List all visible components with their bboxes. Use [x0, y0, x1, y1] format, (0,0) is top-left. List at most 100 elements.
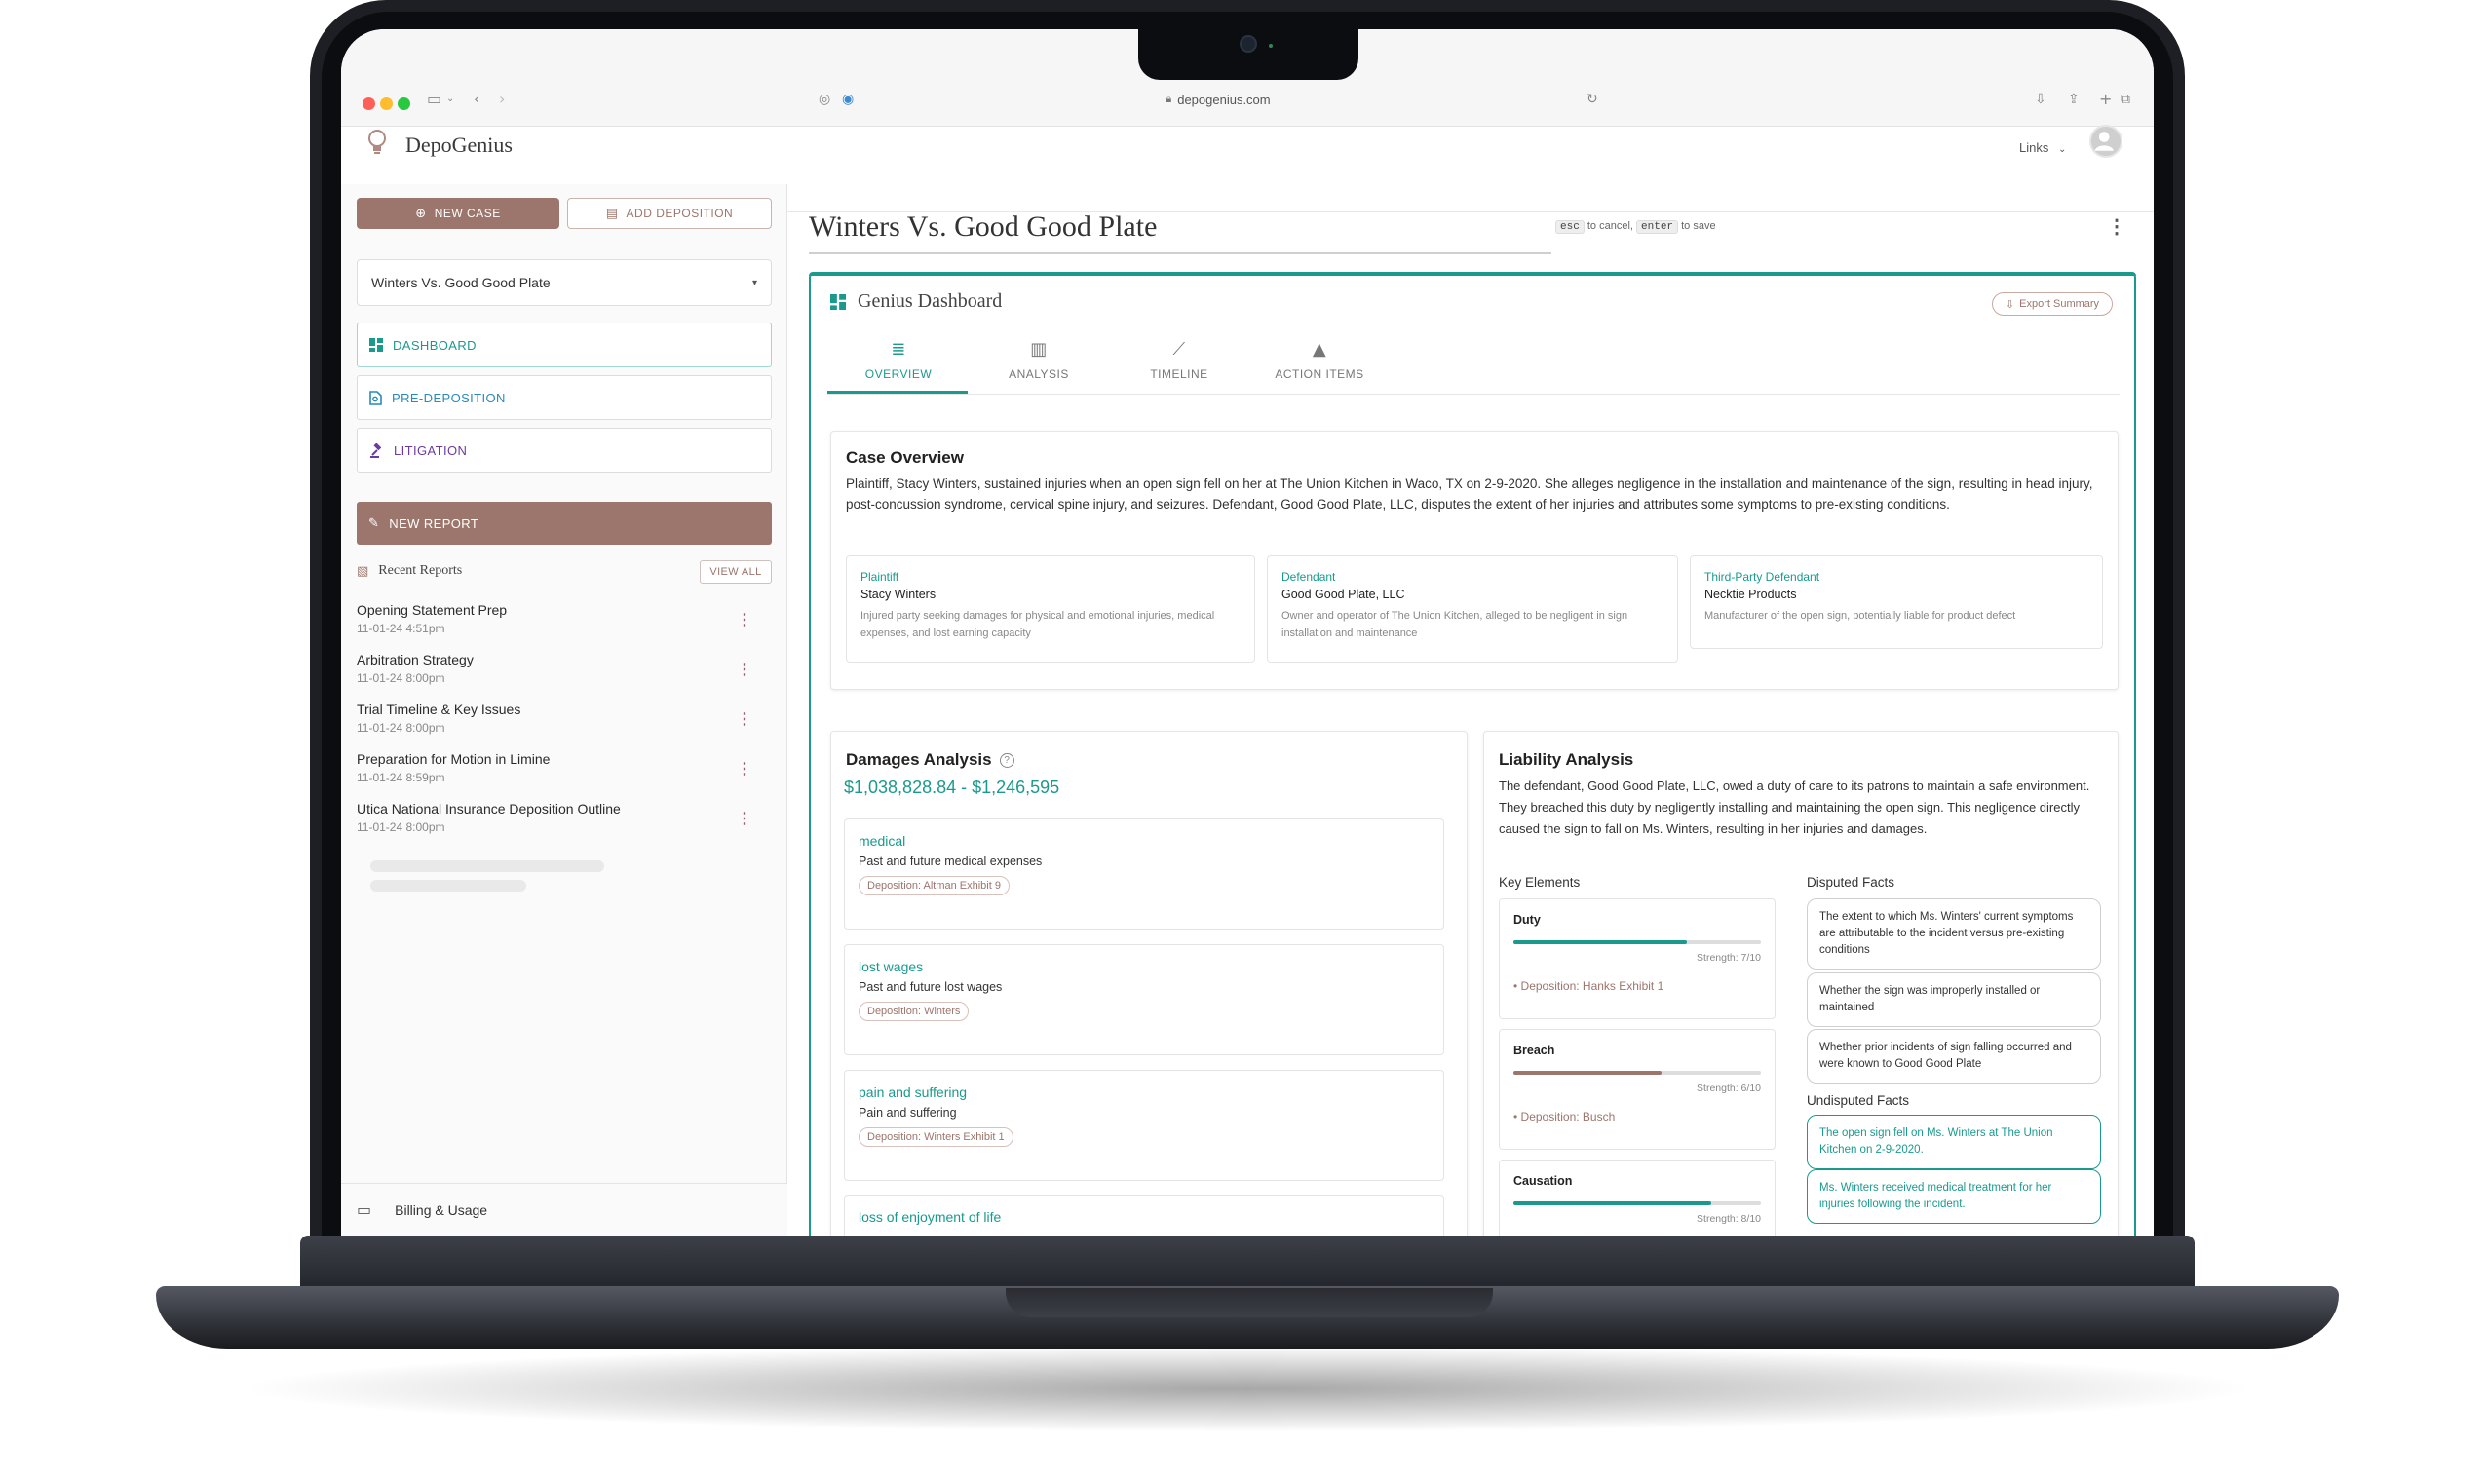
damage-item: medical Past and future medical expenses…	[844, 818, 1444, 930]
nav-pre-deposition-label: PRE-DEPOSITION	[392, 390, 506, 405]
dashboard-title: Genius Dashboard	[858, 290, 1003, 312]
tab-overview[interactable]: ≣ OVERVIEW	[830, 339, 967, 381]
key-element-source[interactable]: • Deposition: Hanks Exhibit 1	[1513, 979, 1761, 993]
tab-label: OVERVIEW	[864, 367, 933, 381]
report-date: 11-01-24 8:00pm	[357, 820, 445, 834]
tab-label: ACTION ITEMS	[1275, 367, 1364, 381]
dashboard-icon	[369, 338, 383, 352]
share-icon[interactable]: ⇪	[2068, 92, 2080, 107]
plus-circle-icon: ⊕	[415, 206, 427, 221]
new-report-button[interactable]: ✎ NEW REPORT	[357, 502, 772, 545]
disputed-fact: The extent to which Ms. Winters' current…	[1807, 898, 2101, 970]
add-deposition-button[interactable]: ▤ ADD DEPOSITION	[567, 198, 772, 229]
list-item[interactable]: Arbitration Strategy 11-01-24 8:00pm ⋮	[357, 652, 772, 685]
undisputed-fact: Ms. Winters received medical treatment f…	[1807, 1169, 2101, 1224]
more-vertical-icon[interactable]: ⋮	[737, 759, 752, 779]
links-label: Links	[2019, 140, 2049, 155]
privacy-icon[interactable]: ◎	[819, 92, 830, 107]
download-icon[interactable]: ⇩	[2035, 92, 2046, 107]
links-menu[interactable]: Links ⌄	[2019, 140, 2066, 155]
help-icon[interactable]: ?	[999, 752, 1014, 768]
reload-icon[interactable]: ↻	[1587, 92, 1598, 107]
user-avatar[interactable]	[2089, 125, 2122, 158]
view-all-button[interactable]: VIEW ALL	[700, 560, 772, 584]
damage-item: pain and suffering Pain and suffering De…	[844, 1070, 1444, 1181]
list-item[interactable]: Utica National Insurance Deposition Outl…	[357, 801, 772, 834]
bar-chart-icon: ▥	[1030, 339, 1048, 360]
nav-dashboard[interactable]: DASHBOARD	[357, 323, 772, 367]
laptop-shadow	[234, 1345, 2261, 1432]
warning-icon: ▲	[1312, 339, 1327, 360]
damages-heading: Damages Analysis ?	[846, 750, 1014, 770]
zoom-window-button[interactable]	[398, 97, 410, 110]
list-item[interactable]: Trial Timeline & Key Issues 11-01-24 8:0…	[357, 702, 772, 735]
credit-card-icon: ▭	[357, 1200, 372, 1219]
edit-document-icon: ✎	[368, 515, 380, 531]
sidebar-toggle-icon[interactable]: ▭	[427, 90, 441, 108]
brand-name: DepoGenius	[405, 133, 513, 157]
billing-usage-link[interactable]: ▭ Billing & Usage	[341, 1183, 787, 1236]
title-underline	[809, 252, 1551, 254]
damage-item: loss of enjoyment of life	[844, 1195, 1444, 1236]
source-chip[interactable]: Deposition: Winters	[859, 1002, 970, 1021]
disputed-fact: Whether prior incidents of sign falling …	[1807, 1029, 2101, 1084]
damages-amount: $1,038,828.84 - $1,246,595	[844, 778, 1060, 797]
new-case-button[interactable]: ⊕ NEW CASE	[357, 198, 559, 229]
tab-analysis[interactable]: ▥ ANALYSIS	[971, 339, 1107, 381]
key-element-source[interactable]: • Deposition: Busch	[1513, 1110, 1761, 1123]
address-bar[interactable]: 🔒︎ depogenius.com	[858, 86, 1579, 113]
strength-label: Strength: 8/10	[1697, 1213, 1761, 1225]
url-text: depogenius.com	[1177, 92, 1271, 107]
minimize-window-button[interactable]	[380, 97, 393, 110]
report-icon: ▧	[357, 563, 369, 579]
new-tab-icon[interactable]: +	[2099, 90, 2112, 108]
damage-description: Pain and suffering	[859, 1106, 957, 1120]
list-item[interactable]: Preparation for Motion in Limine 11-01-2…	[357, 751, 772, 784]
more-vertical-icon[interactable]: ⋮	[2107, 214, 2126, 239]
gavel-icon	[370, 442, 382, 458]
dashboard-accent-bar	[809, 272, 2136, 276]
new-report-label: NEW REPORT	[389, 515, 479, 531]
tab-timeline[interactable]: ⟋ TIMELINE	[1111, 339, 1247, 381]
extension-icon[interactable]: ◉	[842, 92, 854, 107]
lock-icon: 🔒︎	[1166, 93, 1172, 105]
edit-hint: esc to cancel, enter to save	[1555, 220, 1716, 234]
add-deposition-label: ADD DEPOSITION	[626, 207, 734, 220]
damages-title: Damages Analysis	[846, 750, 992, 769]
liability-title: Liability Analysis	[1499, 750, 1634, 769]
list-item[interactable]: Opening Statement Prep 11-01-24 4:51pm ⋮	[357, 602, 772, 635]
party-card-plaintiff: Plaintiff Stacy Winters Injured party se…	[846, 555, 1255, 663]
screen: ▭ ⌄ ‹ › ◎ ◉ ≡ 🔒︎ depogenius.com ↻ ⇩ ⇪ + …	[341, 29, 2154, 1236]
chevron-down-icon[interactable]: ⌄	[446, 94, 454, 104]
export-summary-button[interactable]: ⇩ Export Summary	[1992, 292, 2113, 316]
party-name: Good Good Plate, LLC	[1281, 588, 1405, 601]
close-window-button[interactable]	[363, 97, 375, 110]
key-element-name: Causation	[1513, 1174, 1573, 1188]
back-icon[interactable]: ‹	[474, 90, 479, 108]
party-card-defendant: Defendant Good Good Plate, LLC Owner and…	[1267, 555, 1678, 663]
case-select[interactable]: Winters Vs. Good Good Plate ▾	[357, 259, 772, 306]
tab-overview-icon[interactable]: ⧉	[2121, 92, 2130, 107]
report-title: Preparation for Motion in Limine	[357, 751, 551, 767]
tab-action-items[interactable]: ▲ ACTION ITEMS	[1251, 339, 1388, 381]
more-vertical-icon[interactable]: ⋮	[737, 610, 752, 629]
source-chip[interactable]: Deposition: Altman Exhibit 9	[859, 876, 1010, 895]
more-vertical-icon[interactable]: ⋮	[737, 660, 752, 679]
nav-litigation[interactable]: LITIGATION	[357, 428, 772, 473]
new-case-label: NEW CASE	[434, 207, 501, 220]
lightbulb-logo-icon	[368, 130, 386, 154]
undisputed-fact: The open sign fell on Ms. Winters at The…	[1807, 1115, 2101, 1169]
source-chip[interactable]: Deposition: Winters Exhibit 1	[859, 1127, 1013, 1147]
party-role: Third-Party Defendant	[1704, 570, 1820, 584]
forward-icon[interactable]: ›	[499, 90, 505, 108]
report-title: Utica National Insurance Deposition Outl…	[357, 801, 621, 817]
report-date: 11-01-24 8:59pm	[357, 771, 445, 784]
report-title: Opening Statement Prep	[357, 602, 508, 618]
more-vertical-icon[interactable]: ⋮	[737, 809, 752, 828]
case-title-input[interactable]: Winters Vs. Good Good Plate	[809, 210, 1157, 244]
nav-pre-deposition[interactable]: PRE-DEPOSITION	[357, 375, 772, 420]
damage-item: lost wages Past and future lost wages De…	[844, 944, 1444, 1055]
trend-line-icon: ⟋	[1172, 339, 1186, 360]
party-description: Manufacturer of the open sign, potential…	[1704, 610, 2016, 622]
more-vertical-icon[interactable]: ⋮	[737, 709, 752, 729]
